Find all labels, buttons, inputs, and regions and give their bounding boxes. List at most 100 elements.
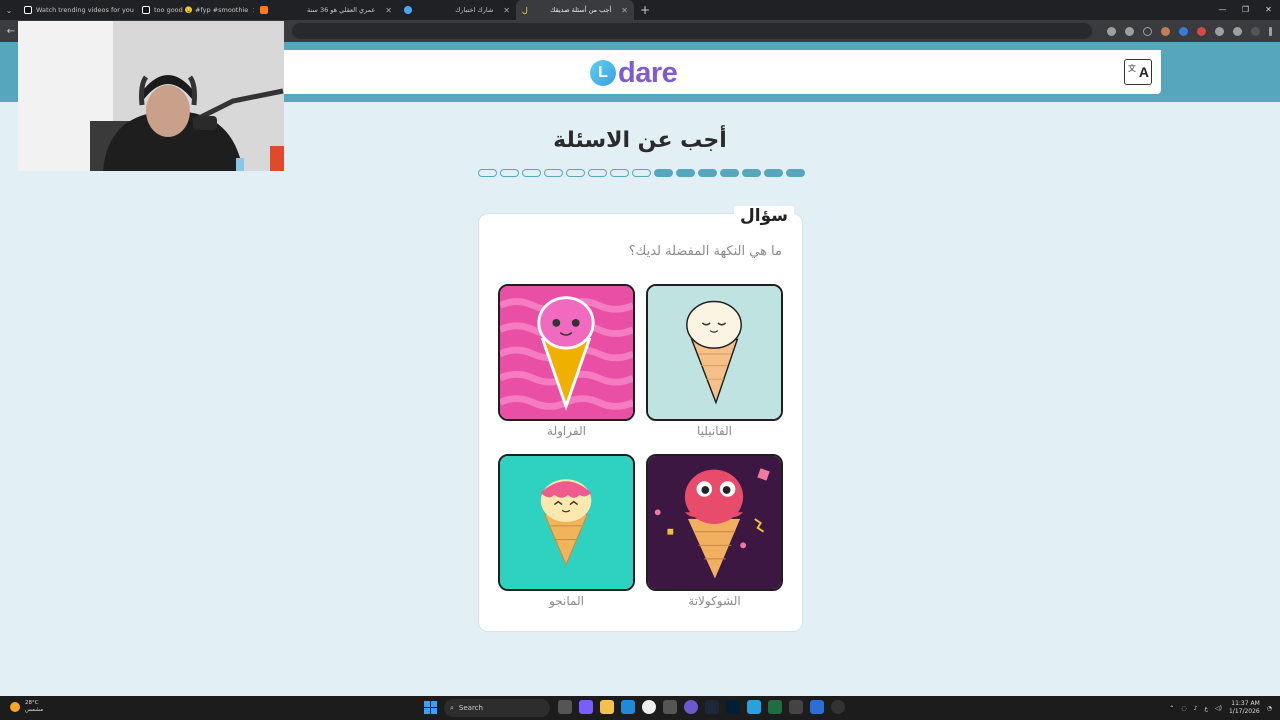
mic-icon[interactable]: ♪ (1194, 705, 1198, 712)
puzzle-icon[interactable] (1215, 26, 1224, 36)
network-icon[interactable]: ◌ (1181, 705, 1186, 712)
vscode-icon[interactable] (747, 700, 761, 714)
progress-segment (544, 169, 563, 177)
progress-segment (478, 169, 497, 177)
tiktok-icon (142, 6, 150, 14)
minimize-icon[interactable]: — (1211, 0, 1234, 20)
clock-time: 11:37 AM (1231, 700, 1260, 707)
tab-title: Watch trending videos for you (36, 6, 134, 14)
progress-segment (698, 169, 717, 177)
progress-segment (786, 169, 805, 177)
webcam-overlay (18, 21, 284, 171)
obs-icon[interactable] (831, 700, 845, 714)
option-label: الفراولة (547, 424, 586, 438)
eye-off-icon[interactable] (1125, 26, 1134, 36)
progress-bar (478, 169, 805, 177)
discord-icon[interactable] (684, 700, 698, 714)
progress-segment (676, 169, 695, 177)
strawberry-icecream-image (498, 284, 635, 421)
tab-title: عمري العقلي هو 36 سنة (306, 6, 376, 14)
close-tab-icon[interactable]: ✕ (621, 6, 628, 15)
progress-segment (610, 169, 629, 177)
tab-title: شارك اختبارك (455, 6, 494, 14)
excel-icon[interactable] (768, 700, 782, 714)
weather-desc: مشمس (25, 707, 44, 713)
site-icon (404, 6, 412, 14)
taskbar-search[interactable]: ⌕ Search (444, 699, 550, 717)
steam-icon[interactable] (705, 700, 719, 714)
new-tab-button[interactable]: + (634, 3, 656, 17)
bookmark-star-icon[interactable] (1143, 26, 1152, 36)
profile-avatar[interactable] (1251, 26, 1260, 36)
search-icon: ⌕ (450, 703, 454, 712)
progress-segment (764, 169, 783, 177)
system-tray: ⌃ ◌ ♪ ع ◁) 11:37 AM 1/17/2026 ◔ (1169, 696, 1272, 720)
extension-icon[interactable] (1161, 26, 1170, 36)
browser-tab[interactable]: Watch trending videos for you ✕ (18, 0, 136, 20)
app-icon[interactable] (789, 700, 803, 714)
progress-segment (720, 169, 739, 177)
browser-tab-pinned[interactable] (254, 0, 280, 20)
taskbar-apps (558, 700, 845, 714)
browser-tab[interactable]: عمري العقلي هو 36 سنة ✕ (280, 0, 398, 20)
address-bar[interactable] (292, 23, 1092, 39)
chrome-icon[interactable] (642, 700, 656, 714)
option-label: الفانيليا (697, 424, 732, 438)
answer-option-vanilla[interactable]: الفانيليا (646, 284, 783, 438)
media-icon[interactable] (1233, 26, 1242, 36)
input-language[interactable]: ع (1204, 705, 1208, 712)
extension-icon[interactable] (1179, 26, 1188, 36)
fox-icon (260, 6, 268, 14)
mango-icecream-image (498, 454, 635, 591)
chocolate-icecream-image (646, 454, 783, 591)
edge-icon[interactable] (621, 700, 635, 714)
question-text: ما هي النكهة المفضلة لديك؟ (628, 244, 782, 259)
progress-segment (522, 169, 541, 177)
close-window-icon[interactable]: ✕ (1257, 0, 1280, 20)
clock[interactable]: 11:37 AM 1/17/2026 (1229, 700, 1260, 716)
browser-tab-active[interactable]: ل أجب من أسئلة صديقك ✕ (516, 0, 634, 20)
maximize-icon[interactable]: ❐ (1234, 0, 1257, 20)
site-logo[interactable]: L dare (590, 58, 678, 88)
sun-icon (10, 702, 20, 712)
app-icon[interactable] (810, 700, 824, 714)
windows-taskbar: 28°C مشمس ⌕ Search ⌃ ◌ ♪ ع ◁) 11:37 AM 1… (0, 696, 1280, 720)
translate-icon: 文 (1128, 64, 1136, 73)
tab-title: too good 🤤 #fyp #smoothie (154, 6, 249, 14)
question-card: سؤال ما هي النكهة المفضلة لديك؟ الفانيلي… (478, 206, 803, 632)
chevron-up-icon[interactable]: ⌃ (1169, 705, 1174, 712)
progress-segment (588, 169, 607, 177)
search-placeholder: Search (458, 704, 483, 712)
task-view-icon[interactable] (558, 700, 572, 714)
close-tab-icon[interactable]: ✕ (503, 6, 510, 15)
photoshop-icon[interactable] (726, 700, 740, 714)
window-controls: — ❐ ✕ (1211, 0, 1280, 20)
close-tab-icon[interactable]: ✕ (385, 6, 392, 15)
browser-tab[interactable]: too good 🤤 #fyp #smoothie ✕ (136, 0, 254, 20)
file-explorer-icon[interactable] (600, 700, 614, 714)
start-button[interactable] (424, 701, 437, 714)
progress-segment (742, 169, 761, 177)
speaker-icon[interactable]: ◁) (1215, 705, 1222, 712)
tab-title: أجب من أسئلة صديقك (550, 6, 612, 14)
vanilla-icecream-image (646, 284, 783, 421)
browser-tab[interactable]: شارك اختبارك ✕ (398, 0, 516, 20)
store-icon[interactable] (663, 700, 677, 714)
weather-widget[interactable]: 28°C مشمس (10, 700, 43, 714)
notification-bell-icon[interactable]: ◔ (1267, 705, 1272, 712)
copilot-icon[interactable] (579, 700, 593, 714)
progress-segment (654, 169, 673, 177)
progress-segment (566, 169, 585, 177)
menu-dots-icon[interactable] (1269, 26, 1272, 36)
extension-icon[interactable] (1197, 26, 1206, 36)
zoom-icon[interactable] (1107, 26, 1116, 36)
answer-option-strawberry[interactable]: الفراولة (498, 284, 635, 438)
language-button[interactable]: 文 A (1124, 59, 1152, 85)
answer-option-chocolate[interactable]: الشوكولاتة (646, 454, 783, 608)
logo-mark: L (590, 60, 616, 86)
question-tag: سؤال (734, 206, 794, 226)
answer-option-mango[interactable]: المانجو (498, 454, 635, 608)
tab-search-icon[interactable]: ⌄ (0, 6, 18, 15)
loading-icon: ل (522, 5, 528, 15)
progress-segment (632, 169, 651, 177)
